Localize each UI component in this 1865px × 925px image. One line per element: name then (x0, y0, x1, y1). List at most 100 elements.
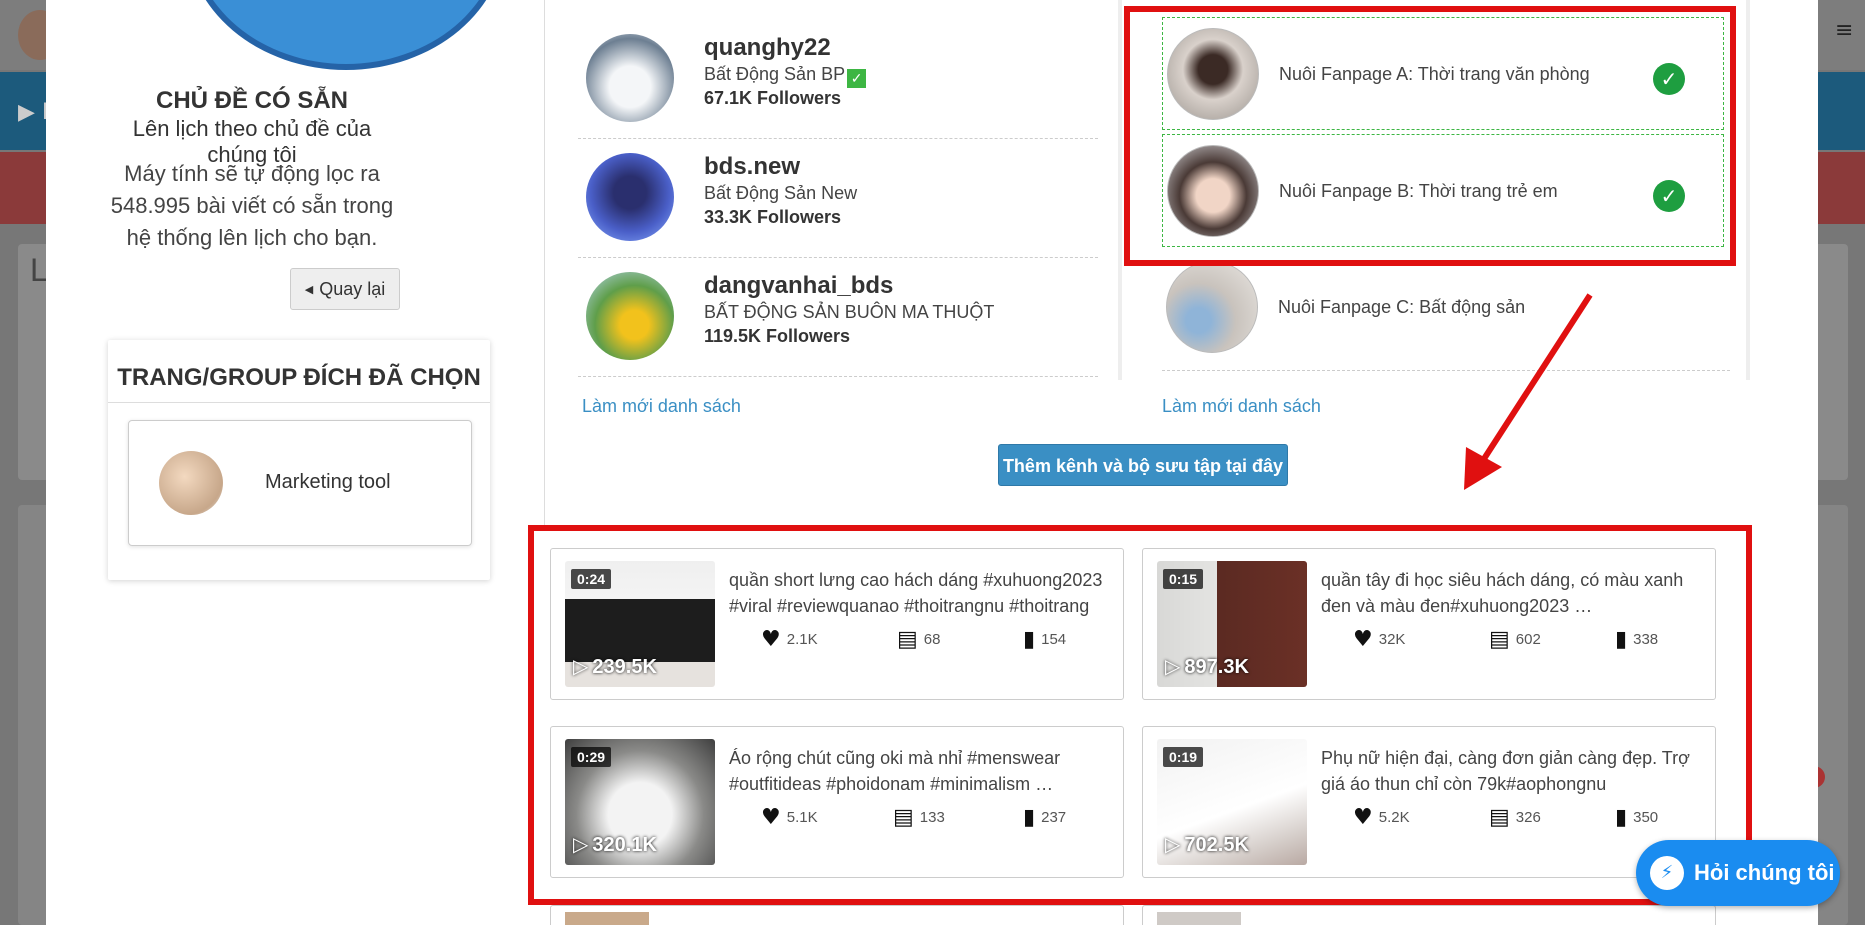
refresh-accounts-link[interactable]: Làm mới danh sách (582, 396, 741, 417)
video-thumbnail (1157, 912, 1241, 925)
fanpage-row[interactable]: Nuôi Fanpage A: Thời trang văn phòng ✓ (1162, 17, 1724, 130)
comments-stat: ▤ 68 (897, 627, 940, 652)
fanpage-list-scrollbar[interactable] (1746, 0, 1750, 380)
bookmark-icon: ▮ (1615, 627, 1628, 652)
likes-count: 2.1K (786, 631, 818, 648)
video-duration: 0:29 (571, 747, 612, 767)
saves-stat: ▮ 338 (1615, 627, 1658, 652)
video-card[interactable] (1142, 905, 1716, 925)
comments-count: 602 (1515, 631, 1541, 648)
likes-count: 5.2K (1378, 809, 1410, 826)
avatar (1167, 28, 1259, 120)
likes-stat: ♥ 2.1K (761, 627, 818, 652)
video-views-count: 239.5K (592, 656, 657, 678)
video-card[interactable]: 0:19 ▷ 702.5K Phụ nữ hiện đại, càng đơn g… (1142, 726, 1716, 878)
back-button[interactable]: ◀ Quay lại (290, 268, 400, 310)
video-duration: 0:15 (1163, 569, 1204, 589)
video-thumbnail: 0:29 ▷ 320.1K (565, 739, 715, 865)
likes-stat: ♥ 5.2K (1353, 805, 1410, 830)
video-description: quần short lưng cao hách dáng #xuhuong20… (729, 570, 1103, 616)
video-views-count: 897.3K (1184, 656, 1249, 678)
play-icon: ▷ (1165, 832, 1181, 856)
avatar (586, 153, 674, 241)
comment-icon: ▤ (893, 805, 914, 830)
video-card[interactable]: 0:24 ▷ 239.5K quần short lưng cao hách dá… (550, 548, 1124, 700)
comments-count: 133 (919, 809, 945, 826)
video-views-count: 320.1K (592, 834, 657, 856)
heart-icon: ♥ (761, 627, 781, 652)
bookmark-icon: ▮ (1023, 805, 1036, 830)
likes-stat: ♥ 32K (1353, 627, 1405, 652)
hamburger-menu-icon[interactable]: ≡ (1835, 18, 1855, 43)
video-card[interactable]: 0:15 ▷ 897.3K quần tây đi học siêu hách d… (1142, 548, 1716, 700)
fanpage-row[interactable]: Nuôi Fanpage B: Thời trang trẻ em ✓ (1162, 134, 1724, 247)
comments-stat: ▤ 133 (893, 805, 945, 830)
account-followers: 67.1K Followers (704, 88, 842, 108)
comments-count: 68 (923, 631, 941, 648)
verified-check-icon: ✓ (847, 69, 867, 88)
arrow-head (1464, 447, 1502, 490)
video-card[interactable]: 0:29 ▷ 320.1K Áo rộng chút cũng oki mà nh… (550, 726, 1124, 878)
column-divider (544, 0, 545, 530)
bookmark-icon: ▮ (1615, 805, 1628, 830)
messenger-chat-button[interactable]: ⚡ Hỏi chúng tôi (1636, 840, 1840, 906)
account-name: bds.new (704, 153, 801, 180)
heart-icon: ♥ (761, 805, 781, 830)
account-list-scrollbar[interactable] (1118, 0, 1122, 380)
avatar (586, 272, 674, 360)
video-thumbnail: 0:24 ▷ 239.5K (565, 561, 715, 687)
fanpage-label: Nuôi Fanpage B: Thời trang trẻ em (1279, 181, 1558, 201)
account-row[interactable]: dangvanhai_bds BẤT ĐỘNG SẢN BUÔN MA THUỘ… (578, 258, 1098, 377)
likes-count: 32K (1378, 631, 1406, 648)
comments-stat: ▤ 326 (1489, 805, 1541, 830)
video-thumbnail: 0:15 ▷ 897.3K (1157, 561, 1307, 687)
back-button-label: Quay lại (319, 278, 386, 299)
refresh-fanpages-link[interactable]: Làm mới danh sách (1162, 396, 1321, 417)
caret-left-icon: ◀ (304, 283, 314, 296)
target-label: Marketing tool (265, 471, 391, 493)
saves-count: 237 (1041, 809, 1067, 826)
fanpage-label: Nuôi Fanpage A: Thời trang văn phòng (1279, 64, 1590, 84)
likes-count: 5.1K (786, 809, 818, 826)
saves-stat: ▮ 154 (1023, 627, 1066, 652)
account-category: BẤT ĐỘNG SẢN BUÔN MA THUỘT (704, 302, 995, 322)
comment-icon: ▤ (1489, 805, 1510, 830)
avatar (1167, 145, 1259, 237)
video-views: ▷ 897.3K (1165, 654, 1249, 679)
account-followers: 33.3K Followers (704, 207, 842, 227)
account-name: dangvanhai_bds (704, 272, 894, 299)
topic-title: CHỦ ĐỀ CÓ SẴN (155, 87, 348, 114)
account-row[interactable]: bds.new Bất Động Sản New 33.3K Followers (578, 139, 1098, 258)
target-avatar (159, 451, 223, 515)
topic-description: Máy tính sẽ tự động lọc ra 548.995 bài v… (110, 161, 394, 250)
check-circle-icon: ✓ (1653, 180, 1685, 212)
video-card[interactable] (550, 905, 1124, 925)
topic-illustration (186, 0, 506, 70)
account-category-text: Bất Động Sản BP (704, 64, 846, 84)
saves-stat: ▮ 350 (1615, 805, 1658, 830)
video-duration: 0:19 (1163, 747, 1204, 767)
video-views-count: 702.5K (1184, 834, 1249, 856)
video-thumbnail: 0:19 ▷ 702.5K (1157, 739, 1307, 865)
chat-label: Hỏi chúng tôi (1694, 860, 1835, 885)
video-description: Phụ nữ hiện đại, càng đơn giản càng đẹp.… (1321, 748, 1690, 794)
account-name: quanghy22 (704, 34, 831, 61)
avatar (586, 34, 674, 122)
comment-icon: ▤ (897, 627, 918, 652)
saves-count: 338 (1633, 631, 1659, 648)
selected-targets-title: TRANG/GROUP ĐÍCH ĐÃ CHỌN (117, 364, 481, 391)
video-description: Áo rộng chút cũng oki mà nhỉ #menswear #… (729, 748, 1061, 794)
video-views: ▷ 702.5K (1165, 832, 1249, 857)
video-views: ▷ 320.1K (573, 832, 657, 857)
account-row[interactable]: quanghy22 Bất Động Sản BP ✓ 67.1K Followe… (578, 20, 1098, 139)
selected-target-item[interactable]: Marketing tool (128, 420, 472, 546)
video-views: ▷ 239.5K (573, 654, 657, 679)
add-channel-button[interactable]: Thêm kênh và bộ sưu tập tại đây (998, 444, 1288, 486)
messenger-icon: ⚡ (1650, 856, 1684, 890)
comments-stat: ▤ 602 (1489, 627, 1541, 652)
avatar (1166, 261, 1258, 353)
saves-count: 350 (1633, 809, 1659, 826)
account-list: quanghy22 Bất Động Sản BP ✓ 67.1K Followe… (578, 20, 1098, 377)
play-icon: ▷ (573, 832, 589, 856)
arrow-shaft (1477, 293, 1593, 467)
